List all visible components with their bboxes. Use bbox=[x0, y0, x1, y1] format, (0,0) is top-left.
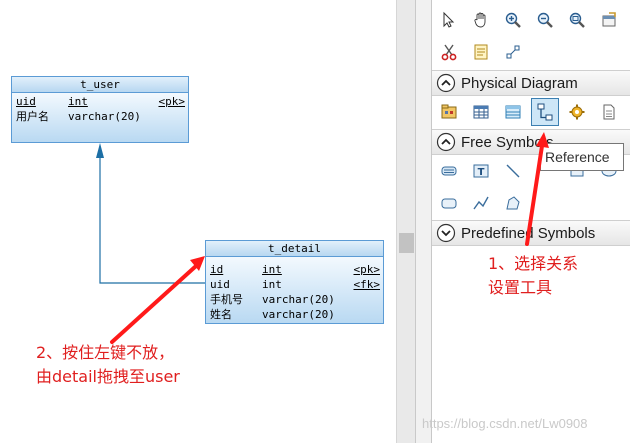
annotation-step1: 1、选择关系 设置工具 bbox=[488, 252, 578, 300]
step1-annotation-arrow bbox=[525, 132, 549, 246]
annotation-line: 1、选择关系 bbox=[488, 254, 579, 273]
watermark: https://blog.csdn.net/Lw0908 bbox=[422, 416, 588, 431]
annotation-line: 设置工具 bbox=[488, 278, 553, 297]
